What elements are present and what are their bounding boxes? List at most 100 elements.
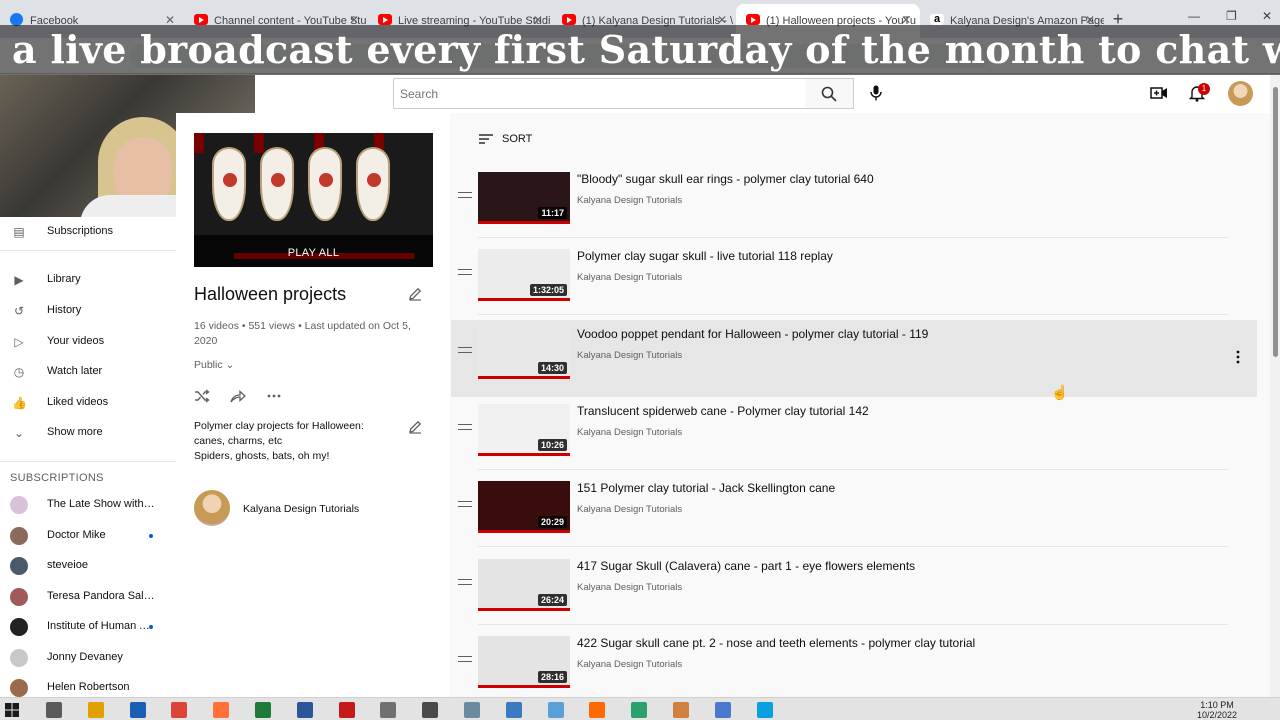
caption-overlay: a live broadcast every first Saturday of… [0,25,1280,75]
video-title[interactable]: 422 Sugar skull cane pt. 2 - nose and te… [577,636,975,650]
video-duration: 1:32:05 [529,284,567,297]
video-channel[interactable]: Kalyana Design Tutorials [577,427,682,438]
owner-name[interactable]: Kalyana Design Tutorials [243,503,359,515]
video-duration: 14:30 [537,361,567,374]
video-channel[interactable]: Kalyana Design Tutorials [577,350,682,361]
restore-button[interactable]: ❐ [1226,9,1237,23]
minimize-button[interactable]: — [1188,9,1200,23]
file-explorer-icon[interactable] [87,702,104,718]
chrome-icon[interactable] [171,702,188,718]
nav-item-watch-later[interactable]: ◷ Watch later [0,357,176,387]
video-title[interactable]: 151 Polymer clay tutorial - Jack Skellin… [577,481,835,495]
playlist-video-row[interactable]: 10:26 Translucent spiderweb cane - Polyme… [451,397,1257,474]
video-title[interactable]: Polymer clay sugar skull - live tutorial… [577,249,833,263]
nav-item-library[interactable]: ▶ Library [0,265,176,295]
play-all-button[interactable]: PLAY ALL [194,247,433,259]
drag-handle-icon[interactable] [458,501,472,508]
share-button[interactable] [230,389,246,406]
nav-item-your-videos[interactable]: ▷ Your videos [0,327,176,357]
screen: Facebook ✕ Channel content - YouTube Stu ✕ L… [0,0,1280,720]
app-icon[interactable] [505,702,522,718]
create-button[interactable] [1147,81,1171,105]
subscription-name: Jonny Devaney [47,650,123,663]
subscription-item[interactable]: Doctor Mike [0,521,176,551]
drag-handle-icon[interactable] [458,346,472,353]
visibility-dropdown[interactable]: Public ⌄ [194,359,234,371]
subscription-item[interactable]: Teresa Pandora Salgueiro [0,582,176,612]
video-thumbnail[interactable]: 11:17 [478,172,570,224]
video-channel[interactable]: Kalyana Design Tutorials [577,582,682,593]
playlist-video-row[interactable]: 20:29 151 Polymer clay tutorial - Jack Sk… [451,474,1257,551]
subscription-item[interactable]: Institute of Human Anatomy [0,612,176,642]
task-view-icon[interactable] [46,702,62,718]
windows-start-button[interactable] [5,703,19,717]
drag-handle-icon[interactable] [458,269,472,276]
drag-handle-icon[interactable] [458,192,472,198]
search-button[interactable] [805,78,854,109]
scrollbar-thumb[interactable] [1273,87,1278,357]
video-thumbnail[interactable]: 10:26 [478,403,570,456]
video-channel[interactable]: Kalyana Design Tutorials [577,659,682,670]
account-avatar[interactable] [1228,81,1253,106]
app-icon[interactable] [631,702,648,718]
drag-handle-icon[interactable] [458,423,472,430]
close-window-button[interactable]: ✕ [1262,9,1272,23]
nav-item-subscriptions[interactable]: ▤ Subscriptions [0,217,176,247]
app-icon[interactable] [338,702,355,718]
voice-search-button[interactable] [862,79,890,107]
subscription-item[interactable]: steveioe [0,551,176,581]
playlist-video-row[interactable]: 26:24 417 Sugar Skull (Calavera) cane - p… [451,552,1257,629]
video-thumbnail[interactable]: 26:24 [478,558,570,611]
video-title[interactable]: Translucent spiderweb cane - Polymer cla… [577,404,869,418]
search-box[interactable] [393,78,806,109]
video-title[interactable]: 417 Sugar Skull (Calavera) cane - part 1… [577,559,915,573]
playlist-video-row[interactable]: 1:32:05 Polymer clay sugar skull - live t… [451,242,1257,319]
page-scrollbar[interactable] [1270,75,1280,697]
row-divider [478,314,1228,316]
owner-avatar[interactable] [194,490,230,526]
shuffle-button[interactable] [194,389,210,406]
edit-description-button[interactable] [408,420,422,437]
nav-item-liked-videos[interactable]: 👍 Liked videos [0,388,176,418]
excel-icon[interactable] [255,702,271,718]
app-icon[interactable] [422,702,439,718]
app-icon[interactable] [589,702,606,718]
playlist-video-row[interactable]: 28:16 422 Sugar skull cane pt. 2 - nose a… [451,629,1257,697]
taskbar-clock[interactable]: 1:10 PM 10/2/2022 [1197,700,1237,720]
edit-title-button[interactable] [408,287,422,304]
app-icon[interactable] [673,702,689,718]
app-icon[interactable] [714,702,731,718]
app-icon[interactable] [756,702,773,718]
more-options-button[interactable] [266,389,282,406]
sort-button[interactable]: SORT [478,133,532,145]
video-channel[interactable]: Kalyana Design Tutorials [577,272,682,283]
app-icon[interactable] [129,702,146,718]
camera-icon[interactable] [380,702,397,718]
playlist-video-row[interactable]: 14:30 Voodoo poppet pendant for Halloween… [451,319,1257,397]
app-icon[interactable] [464,702,480,718]
channel-avatar [10,557,28,575]
video-thumbnail[interactable]: 28:16 [478,635,570,688]
clock-time: 1:10 PM [1200,700,1234,710]
drag-handle-icon[interactable] [458,655,472,662]
subscription-item[interactable]: Jonny Devaney [0,643,176,673]
shuffle-icon [195,389,210,403]
nav-item-history[interactable]: ↺ History [0,296,176,326]
search-input[interactable] [400,86,805,101]
video-thumbnail[interactable]: 14:30 [478,326,570,379]
nav-item-show-more[interactable]: ⌄ Show more [0,418,176,448]
subscription-item[interactable]: The Late Show with Stephen Colbert [0,490,176,520]
video-title[interactable]: "Bloody" sugar skull ear rings - polymer… [577,172,874,186]
firefox-icon[interactable] [213,702,230,718]
video-title[interactable]: Voodoo poppet pendant for Halloween - po… [577,327,928,341]
video-thumbnail[interactable]: 20:29 [478,481,570,534]
word-icon[interactable] [296,702,313,718]
video-channel[interactable]: Kalyana Design Tutorials [577,195,682,206]
drag-handle-icon[interactable] [458,578,472,585]
app-icon[interactable] [547,702,564,718]
video-channel[interactable]: Kalyana Design Tutorials [577,504,682,515]
video-menu-button[interactable] [1236,350,1240,364]
playlist-video-row[interactable]: 11:17 "Bloody" sugar skull ear rings - po… [451,165,1257,242]
playlist-thumbnail[interactable]: PLAY ALL [194,133,433,267]
video-thumbnail[interactable]: 1:32:05 [478,249,570,302]
